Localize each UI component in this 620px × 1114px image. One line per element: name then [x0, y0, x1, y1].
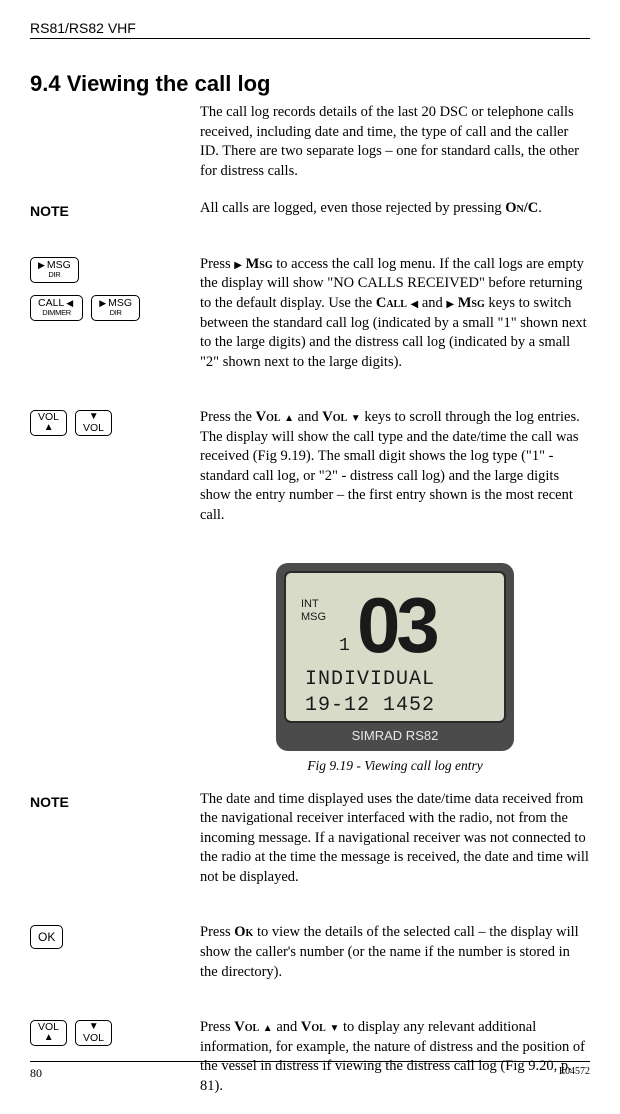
vol-down-key-2: VOL	[75, 1020, 112, 1046]
pm-msg2-ref: Msg	[458, 295, 485, 311]
pv2-vol-ref: Vol	[234, 1019, 259, 1035]
lcd-tag-msg: MSG	[301, 611, 326, 623]
note-row-2: NOTE The date and time displayed uses th…	[30, 790, 590, 906]
lcd-line2: 19-12 1452	[305, 694, 435, 717]
section-heading-text: 9.4 Viewing the call log	[30, 71, 270, 96]
page-header: RS81/RS82 VHF	[30, 20, 590, 39]
product-name: RS81/RS82 VHF	[30, 20, 136, 36]
page-number: 80	[30, 1066, 42, 1081]
pm-call-ref: Call	[376, 295, 407, 311]
vol-up-key: VOL	[30, 410, 67, 436]
po-ok-ref: Ok	[234, 924, 253, 940]
msg-key-bot-2: DIR	[110, 309, 122, 317]
note-label-2: NOTE	[30, 792, 69, 810]
vol-down-label: VOL	[83, 423, 104, 434]
lcd-tag-int: INT	[301, 598, 319, 610]
lcd-brand: SIMRAD RS82	[352, 728, 439, 743]
msg-key-bot: DIR	[48, 271, 60, 279]
lcd-figure: INT MSG 1 03 INDIVIDUAL 19-12 1452 SIMRA…	[200, 562, 590, 752]
figure-caption: Fig 9.19 - Viewing call log entry	[200, 758, 590, 774]
pv-pre: Press the	[200, 409, 256, 425]
lcd-line1: INDIVIDUAL	[305, 668, 435, 691]
call-key-bot: DIMMER	[42, 309, 71, 317]
press-vol-paragraph: Press the Vol ▲ and Vol ▼ keys to scroll…	[200, 408, 590, 525]
call-dimmer-key: CALL DIMMER	[30, 295, 83, 321]
vol-down-label-2: VOL	[83, 1033, 104, 1044]
pm-and: and	[418, 295, 446, 311]
note-row-1: NOTE All calls are logged, even those re…	[30, 199, 590, 237]
msg-dir-key: MSG DIR	[30, 257, 79, 283]
note2-text: The date and time displayed uses the dat…	[200, 790, 590, 888]
pv-vol-ref: Vol	[256, 409, 281, 425]
ok-key-row: OK Press Ok to view the details of the s…	[30, 923, 590, 1000]
doc-code: E04572	[559, 1066, 590, 1081]
on-c-key-ref: On/C	[505, 200, 538, 216]
note1-pre: All calls are logged, even those rejecte…	[200, 200, 505, 216]
po-pre: Press	[200, 924, 234, 940]
vol-up-key-2: VOL	[30, 1020, 67, 1046]
ok-key: OK	[30, 925, 63, 949]
pv-vol2-ref: Vol	[322, 409, 347, 425]
section-heading: 9.4 Viewing the call log	[30, 71, 590, 97]
note-label: NOTE	[30, 201, 69, 219]
note1-post: .	[538, 200, 542, 216]
pv-and: and	[294, 409, 322, 425]
pv2-vol2-ref: Vol	[301, 1019, 326, 1035]
vol-keys-row: VOL VOL Press the Vol ▲ and Vol ▼ keys t…	[30, 408, 590, 543]
pm-pre: Press	[200, 256, 234, 272]
press-msg-paragraph: Press ▶ Msg to access the call log menu.…	[200, 255, 590, 372]
msg-keys-row: MSG DIR CALL DIMMER MSG DIR Press ▶ Msg …	[30, 255, 590, 390]
lcd-big-digits: 03	[357, 581, 437, 669]
pm-msg-ref: Msg	[246, 256, 273, 272]
press-ok-paragraph: Press Ok to view the details of the sele…	[200, 923, 590, 982]
note1-text: All calls are logged, even those rejecte…	[200, 199, 590, 219]
pv2-pre: Press	[200, 1019, 234, 1035]
vol-down-key: VOL	[75, 410, 112, 436]
intro-paragraph: The call log records details of the last…	[200, 103, 590, 181]
pv-end: keys to scroll through the log entries. …	[200, 409, 580, 523]
page-footer: 80 E04572	[30, 1061, 590, 1081]
pv2-and: and	[273, 1019, 301, 1035]
ok-key-label: OK	[38, 931, 55, 944]
po-end: to view the details of the selected call…	[200, 924, 579, 979]
lcd-small-1: 1	[339, 636, 350, 656]
press-vol2-paragraph: Press Vol ▲ and Vol ▼ to display any rel…	[200, 1018, 590, 1096]
msg-dir-key-2: MSG DIR	[91, 295, 140, 321]
